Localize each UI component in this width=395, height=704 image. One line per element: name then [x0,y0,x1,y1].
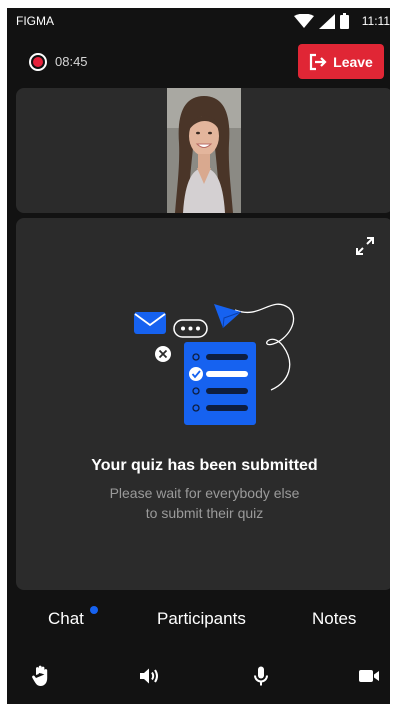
quiz-subtitle-line-1: Please wait for everybody else [109,485,300,501]
microphone-icon[interactable] [249,664,273,688]
speaker-icon[interactable] [137,664,161,688]
video-panel [16,88,390,213]
call-timer: 08:45 [55,54,88,69]
leave-button[interactable]: Leave [298,44,384,79]
participant-avatar [167,88,241,213]
cellular-signal-icon [318,13,335,29]
status-icons: 11:11 [293,11,390,31]
recording-indicator-icon [29,53,47,71]
participant-video[interactable] [167,88,241,213]
video-camera-icon[interactable] [357,664,381,688]
carrier-label: FIGMA [16,14,54,28]
exit-icon [310,53,327,70]
status-time: 11:11 [361,14,390,28]
tab-participants[interactable]: Participants [157,609,246,629]
paper-plane-icon [214,304,241,328]
quiz-submitted-title: Your quiz has been submitted [91,457,318,474]
tab-chat[interactable]: Chat [48,609,84,629]
quiz-panel: Your quiz has been submitted Please wait… [16,218,390,590]
expand-icon[interactable] [353,234,377,258]
raise-hand-icon[interactable] [29,664,53,688]
unread-indicator [90,606,98,614]
quiz-subtitle-line-2: to submit their quiz [145,505,264,521]
tab-notes[interactable]: Notes [312,609,356,629]
leave-button-label: Leave [333,53,373,70]
quiz-submitted-subtitle: Please wait for everybody else to submit… [76,483,333,523]
battery-icon [339,13,349,29]
status-bar: FIGMA 11:11 [7,8,390,34]
envelope-icon [134,312,166,334]
screen: FIGMA 11:11 08:45 Leave Your quiz has be… [7,8,390,704]
wifi-icon [293,14,314,28]
quiz-submitted-illustration [134,303,295,425]
